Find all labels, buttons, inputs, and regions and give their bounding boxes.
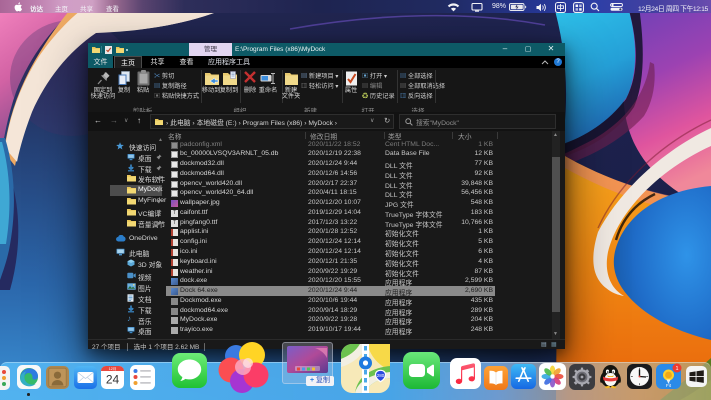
svg-text:24: 24 [106, 373, 120, 387]
svg-text:280: 280 [377, 373, 385, 378]
svg-text:1: 1 [675, 366, 678, 372]
svg-text:12月: 12月 [109, 366, 117, 371]
svg-text:Fit: Fit [666, 383, 672, 388]
